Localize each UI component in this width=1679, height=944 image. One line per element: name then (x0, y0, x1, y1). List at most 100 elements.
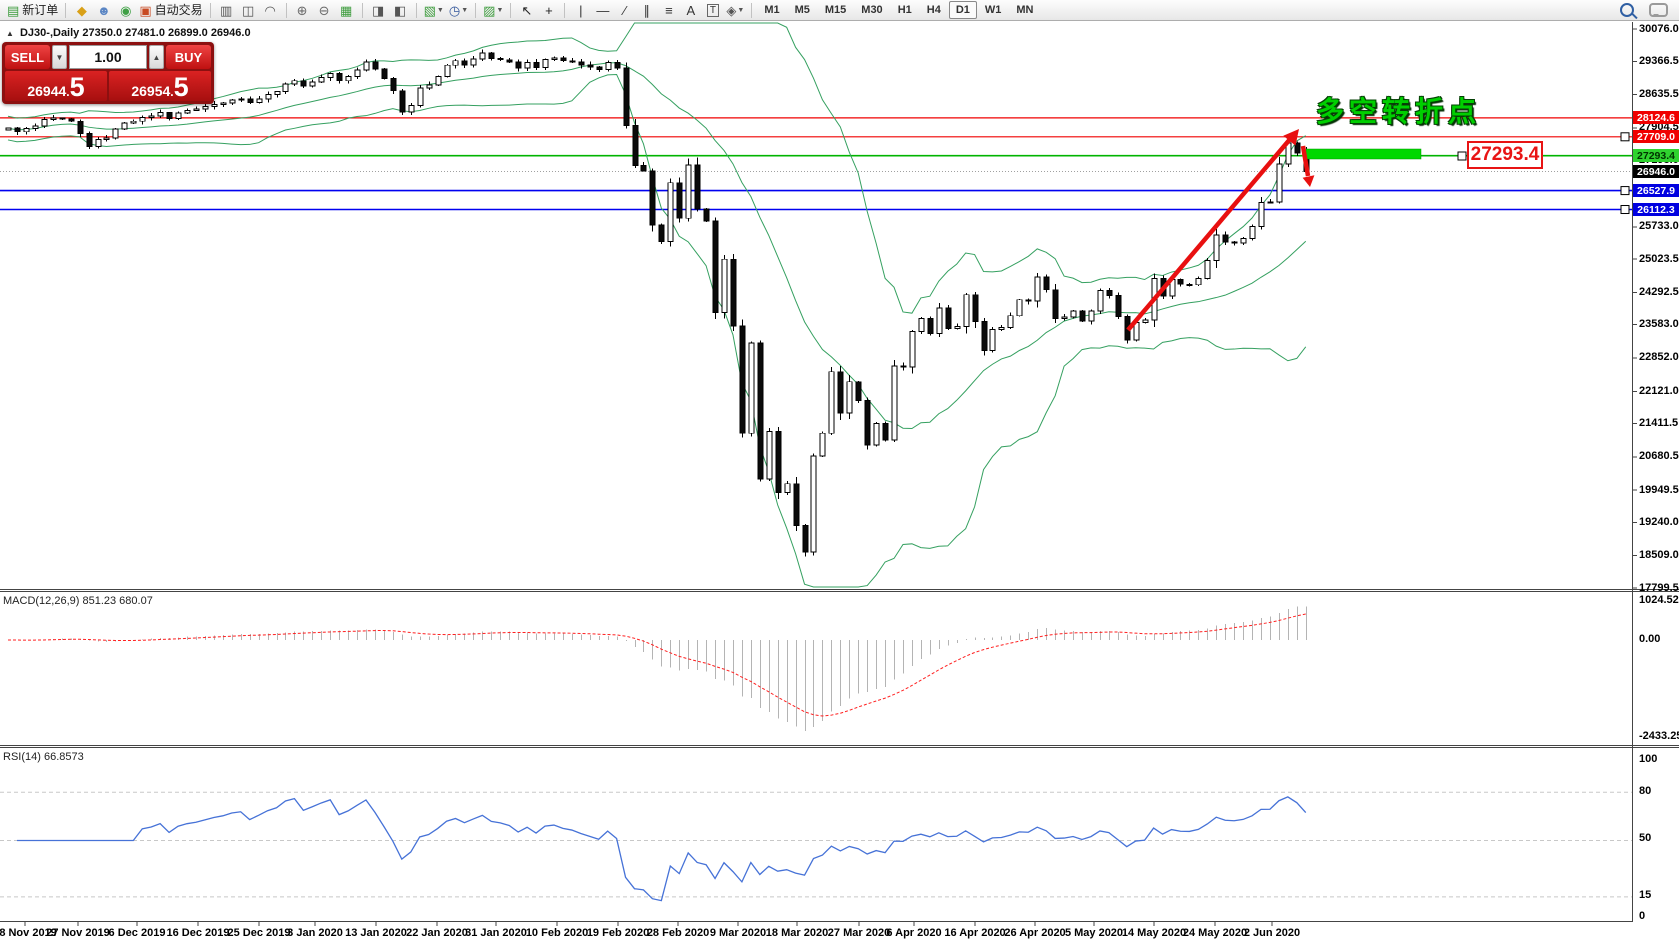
zoom-out-icon[interactable]: ⊖ (314, 2, 335, 19)
vline-icon: | (579, 2, 583, 18)
timeframe-m30[interactable]: M30 (854, 1, 889, 19)
chart-bars-icon: ▥ (219, 2, 233, 18)
date-axis-label: 31 Jan 2020 (465, 927, 527, 939)
chart-shift-icon[interactable]: ◧ (390, 2, 411, 19)
market-signal-icon: ◉ (120, 2, 132, 18)
date-axis-label: 2 Jun 2020 (1243, 927, 1301, 939)
channel-icon: ∥ (643, 2, 651, 18)
chart-line-icon[interactable]: ◠ (260, 2, 281, 19)
zoom-in-icon: ⊕ (296, 2, 308, 18)
timeframe-w1[interactable]: W1 (978, 1, 1009, 19)
chart-candles-icon[interactable]: ◫ (238, 2, 259, 19)
date-axis-label: 26 Apr 2020 (1004, 927, 1066, 939)
fibonacci-icon[interactable]: ≡ (658, 2, 679, 19)
price-axis-tick: 24292.5 (1639, 285, 1679, 298)
chart-candles-icon: ◫ (241, 2, 255, 18)
toolbar: ▤ 新订单 ◆ ☻ ◉ ▣ 自动交易 ▥ ◫ ◠ ⊕ ⊖ ▦ ◨ ◧ ▧ ▼ ◷ ▼ ▨ ▼ ↖ + | — ∕ ∥ ≡ A T ◈ ▼ M1 M… (0, 0, 1679, 21)
toolbar-separator (475, 2, 477, 18)
price-level-label[interactable]: 26112.3 (1633, 203, 1679, 216)
profile-icon[interactable]: ☻ (93, 2, 114, 19)
price-axis-tick: 25023.5 (1639, 252, 1679, 265)
buy-price-display[interactable]: 26954 . 5 (109, 71, 211, 101)
date-axis-label: 9 Mar 2020 (709, 927, 767, 939)
toolbar-separator (564, 2, 566, 18)
chart-bars-icon[interactable]: ▥ (216, 2, 237, 19)
timeframe-m15[interactable]: M15 (818, 1, 853, 19)
trendline-icon: ∕ (623, 2, 626, 18)
tile-windows-icon[interactable]: ▦ (336, 2, 357, 19)
date-axis-label: 27 Nov 2019 (46, 927, 110, 939)
date-axis-label: 6 Apr 2020 (886, 927, 942, 939)
volume-decrease-button[interactable]: ▼ (52, 45, 67, 69)
date-axis-label: 24 May 2020 (1182, 927, 1248, 939)
autotrade-icon[interactable]: ▣ 自动交易 (137, 2, 204, 19)
channel-icon[interactable]: ∥ (636, 2, 657, 19)
timeframe-d1[interactable]: D1 (948, 1, 977, 19)
autoscroll-icon[interactable]: ◨ (368, 2, 389, 19)
timeframe-m1[interactable]: M1 (757, 1, 786, 19)
search-icon[interactable] (1620, 3, 1634, 17)
trendline-icon[interactable]: ∕ (614, 2, 635, 19)
chart-shift-icon: ◧ (393, 2, 407, 18)
timeframe-mn[interactable]: MN (1009, 1, 1040, 19)
date-axis-label: 16 Dec 2019 (166, 927, 230, 939)
symbol-marker-icon: ▲ (6, 29, 14, 38)
new-order-icon: ▤ (7, 2, 20, 18)
new-chart-icon[interactable]: ▧ ▼ (422, 2, 446, 19)
date-axis-label: 19 Feb 2020 (586, 927, 650, 939)
text-icon[interactable]: A (680, 2, 701, 19)
new-order-icon[interactable]: ▤ 新订单 (5, 2, 60, 19)
annotation-text[interactable]: 多空转折点 (1316, 90, 1481, 130)
sell-button[interactable]: SELL (5, 45, 50, 69)
arrows-icon[interactable]: ◈ ▼ (724, 2, 746, 19)
timeframe-m5[interactable]: M5 (788, 1, 817, 19)
timeframe-h4[interactable]: H4 (920, 1, 948, 19)
macd-axis-tick: 1024.52 (1639, 594, 1679, 606)
date-axis-label: 27 Mar 2020 (827, 927, 891, 939)
chat-icon[interactable] (1649, 3, 1668, 17)
label-icon[interactable]: T (702, 2, 723, 19)
timeframe-h1[interactable]: H1 (891, 1, 919, 19)
quotes-icon[interactable]: ◆ (71, 2, 92, 19)
price-level-label[interactable]: 26946.0 (1633, 165, 1679, 179)
date-axis-label: 5 May 2020 (1064, 927, 1124, 939)
price-level-label[interactable]: 28124.6 (1633, 111, 1679, 125)
crosshair-icon[interactable]: + (538, 2, 559, 19)
dropdown-arrow-icon: ▼ (737, 6, 745, 14)
price-level-label[interactable]: 27293.4 (1633, 149, 1679, 163)
market-signal-icon[interactable]: ◉ (115, 2, 136, 19)
price-level-label[interactable]: 27709.0 (1633, 130, 1679, 144)
dropdown-arrow-icon: ▼ (461, 6, 469, 14)
vline-icon[interactable]: | (570, 2, 591, 19)
volume-increase-button[interactable]: ▲ (149, 45, 164, 69)
zoom-out-icon: ⊖ (318, 2, 330, 18)
volume-input[interactable]: 1.00 (69, 45, 147, 69)
rsi-label: RSI(14) 66.8573 (3, 751, 84, 763)
buy-button[interactable]: BUY (166, 45, 211, 69)
tile-windows-icon: ▦ (339, 2, 353, 18)
sell-price-display[interactable]: 26944 . 5 (5, 71, 107, 101)
price-level-label[interactable]: 26527.9 (1633, 184, 1679, 198)
zoom-in-icon[interactable]: ⊕ (292, 2, 313, 19)
date-axis-label: 25 Dec 2019 (227, 927, 291, 939)
new-order-label: 新订单 (22, 2, 59, 17)
dropdown-arrow-icon: ▼ (436, 6, 444, 14)
profile-icon: ☻ (96, 2, 111, 18)
autotrade-icon: ▣ (139, 2, 152, 18)
hline-icon[interactable]: — (592, 2, 613, 19)
date-axis-label: 16 Apr 2020 (944, 927, 1006, 939)
rsi-axis-tick: 15 (1639, 889, 1652, 901)
chart-canvas[interactable] (0, 0, 1679, 944)
template-icon[interactable]: ▨ ▼ (481, 2, 505, 19)
price-axis-tick: 23583.0 (1639, 318, 1679, 331)
price-axis-tick: 28635.5 (1639, 88, 1679, 101)
price-axis-tick: 22121.0 (1639, 384, 1679, 397)
period-selector-icon[interactable]: ◷ ▼ (447, 2, 470, 19)
price-axis-tick: 21411.5 (1639, 417, 1679, 430)
cursor-icon[interactable]: ↖ (516, 2, 537, 19)
date-axis-label: 28 Feb 2020 (646, 927, 710, 939)
date-axis-label: 6 Dec 2019 (108, 927, 166, 939)
price-callout[interactable]: 27293.4 (1467, 141, 1543, 169)
one-click-trade-panel: SELL ▼ 1.00 ▲ BUY 26944 . 5 26954 . 5 (2, 42, 214, 104)
macd-axis-tick: -2433.25 (1639, 730, 1679, 742)
